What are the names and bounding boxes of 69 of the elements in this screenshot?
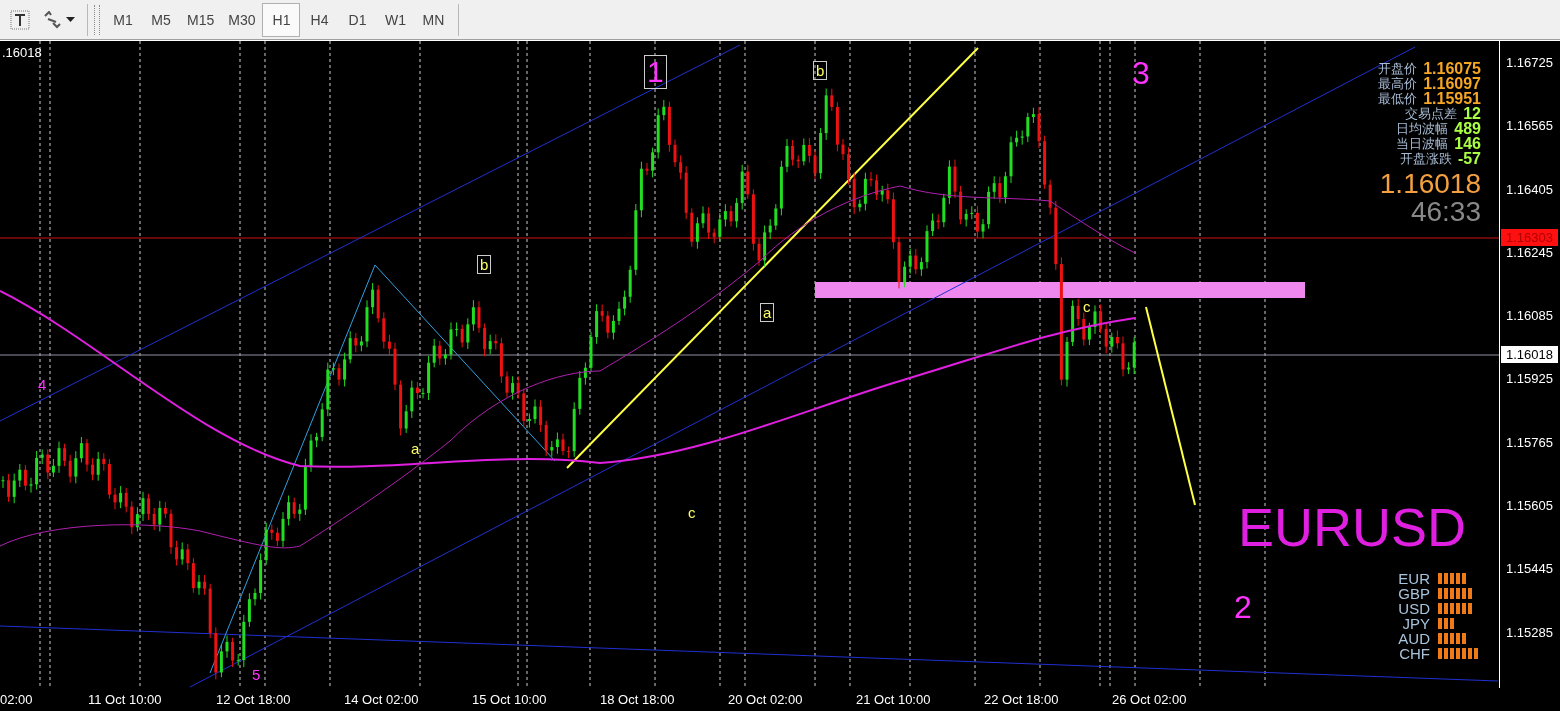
wave-label: 1 bbox=[644, 55, 667, 89]
wave-label: b bbox=[477, 255, 492, 274]
info-label: 开盘涨跌 bbox=[1399, 151, 1452, 166]
info-value: 1.16097 bbox=[1423, 76, 1481, 91]
info-label: 交易点差 bbox=[1405, 106, 1458, 121]
info-value: 146 bbox=[1454, 136, 1481, 151]
price-axis-label: 1.15445 bbox=[1506, 561, 1553, 577]
price-axis-label: 1.16405 bbox=[1506, 181, 1553, 197]
info-value: 1.16075 bbox=[1423, 61, 1481, 76]
timeframe-tab[interactable]: W1 bbox=[376, 2, 415, 37]
caret-icon bbox=[66, 17, 75, 22]
price-axis-label: 1.16725 bbox=[1506, 55, 1553, 70]
info-value: -57 bbox=[1457, 151, 1481, 166]
time-axis-label: 15 Oct 10:00 bbox=[472, 692, 548, 707]
price-axis-label: 1.16085 bbox=[1506, 308, 1553, 324]
price-axis-label: 1.15765 bbox=[1506, 434, 1553, 450]
candle-timer: 46:33 bbox=[1410, 198, 1481, 226]
time-axis-label: 12 Oct 18:00 bbox=[216, 692, 292, 707]
wave-label: a bbox=[411, 441, 420, 456]
info-label: 最高价 bbox=[1378, 76, 1418, 91]
time-axis-label: 02:00 bbox=[0, 692, 34, 707]
price-axis-label: 1.15605 bbox=[1506, 498, 1553, 514]
timeframe-tab[interactable]: D1 bbox=[338, 2, 377, 37]
price-axis-label: 1.15285 bbox=[1506, 624, 1553, 640]
currency-label: USD bbox=[1397, 600, 1430, 617]
currency-label: JPY bbox=[1401, 615, 1430, 632]
arrows-icon bbox=[42, 10, 62, 29]
wave-label: 4 bbox=[38, 377, 47, 392]
price-axis-label: 1.16245 bbox=[1506, 244, 1553, 260]
info-label: 最低价 bbox=[1378, 91, 1418, 106]
timeframe-tab[interactable]: M5 bbox=[142, 2, 180, 37]
timeframe-tab[interactable]: H1 bbox=[262, 2, 301, 37]
info-value: 489 bbox=[1454, 121, 1481, 136]
time-axis-label: 18 Oct 18:00 bbox=[600, 692, 676, 707]
currency-label: AUD bbox=[1397, 630, 1430, 647]
wave-label: c bbox=[1083, 299, 1091, 314]
info-value: 12 bbox=[1463, 106, 1481, 121]
price-axis-label: 1.16565 bbox=[1506, 118, 1553, 134]
info-value: 1.15951 bbox=[1423, 91, 1481, 106]
wave-label: 2 bbox=[1234, 591, 1252, 623]
timeframe-tab[interactable]: MN bbox=[414, 2, 453, 37]
currency-label: GBP bbox=[1397, 585, 1430, 602]
time-axis-label: 26 Oct 02:00 bbox=[1112, 692, 1188, 707]
price-marker: 1.16303 bbox=[1501, 229, 1558, 246]
wave-label: 5 bbox=[252, 667, 261, 682]
time-axis-label: 21 Oct 10:00 bbox=[856, 692, 932, 707]
timeframe-tab[interactable]: M30 bbox=[221, 2, 263, 37]
info-label: 日均波幅 bbox=[1396, 121, 1449, 136]
wave-label: b bbox=[813, 61, 828, 80]
symbol-label: EURUSD bbox=[1238, 496, 1467, 558]
currency-label: EUR bbox=[1397, 570, 1430, 587]
wave-label: a bbox=[760, 303, 775, 322]
wave-label: c bbox=[688, 505, 696, 520]
time-axis-label: 22 Oct 18:00 bbox=[984, 692, 1060, 707]
time-axis-label: 11 Oct 10:00 bbox=[88, 692, 163, 707]
info-label: 当日波幅 bbox=[1396, 136, 1449, 151]
wave-label: 3 bbox=[1132, 57, 1150, 89]
currency-label: CHF bbox=[1398, 645, 1430, 662]
timeframe-tab[interactable]: M1 bbox=[104, 2, 142, 37]
current-price: 1.16018 bbox=[1379, 170, 1481, 198]
price-readout: .16018 bbox=[2, 45, 42, 60]
price-axis-label: 1.15925 bbox=[1506, 371, 1553, 387]
timeframe-tab[interactable]: M15 bbox=[180, 2, 222, 37]
time-axis-label: 20 Oct 02:00 bbox=[728, 692, 804, 707]
timeframe-tab[interactable]: H4 bbox=[300, 2, 339, 37]
price-marker: 1.16018 bbox=[1501, 346, 1558, 363]
text-icon bbox=[10, 9, 30, 30]
info-label: 开盘价 bbox=[1378, 61, 1418, 76]
time-axis-label: 14 Oct 02:00 bbox=[344, 692, 420, 707]
